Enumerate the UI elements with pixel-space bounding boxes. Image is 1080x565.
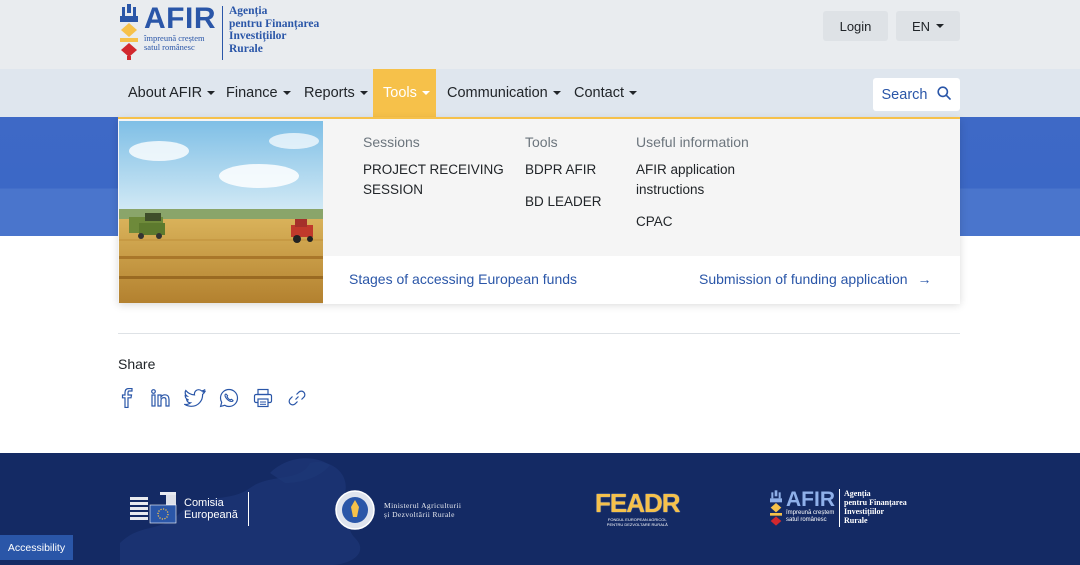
chevron-down-icon (282, 91, 291, 95)
sessions-column: Sessions PROJECT RECEIVING SESSION (363, 134, 504, 212)
nav-label: Reports (304, 85, 355, 101)
nav-tools[interactable]: Tools (373, 69, 436, 117)
logo-divider (222, 6, 223, 60)
tools-dropdown-menu: Sessions PROJECT RECEIVING SESSION Tools… (118, 117, 960, 304)
site-footer: Comisia Europeană Ministerul Agriculturi… (0, 453, 1080, 565)
link-text: SESSION (363, 182, 424, 197)
search-button[interactable]: Search (873, 78, 960, 111)
link-text: Submission of funding application (699, 271, 908, 287)
useful-information-heading: Useful information (636, 134, 749, 150)
eu-flag-icon (130, 492, 177, 524)
login-label: Login (839, 18, 872, 34)
search-icon (937, 85, 952, 104)
agency-line: Investițiilor (229, 30, 287, 42)
footer-afir-agency: Agenția pentru Finanțarea Investițiilor … (844, 489, 907, 525)
nav-finance[interactable]: Finance (216, 69, 301, 117)
twitter-icon[interactable] (184, 386, 206, 410)
footer-afir-logo[interactable]: AFIR împreună creștem satul românesc Age… (770, 489, 907, 529)
harvest-field-image (119, 121, 323, 303)
logo-agency-name: Agenția pentru Finanțarea Investițiilor … (229, 5, 319, 55)
ministry-line: și Dezvoltării Rurale (384, 510, 455, 519)
logo-afir-text: AFIR împreună creștem satul românesc (144, 4, 216, 52)
language-dropdown[interactable]: EN (896, 11, 960, 41)
footer-afir-brand: AFIR (786, 488, 835, 511)
accessibility-button[interactable]: Accessibility (0, 535, 73, 560)
useful-information-column: Useful information AFIR application inst… (636, 134, 749, 244)
nav-communication[interactable]: Communication (437, 69, 571, 117)
search-label: Search (881, 86, 928, 103)
top-header: AFIR împreună creștem satul românesc Age… (0, 0, 1080, 69)
mega-menu-footer: Stages of accessing European funds Submi… (323, 256, 960, 304)
share-heading: Share (118, 356, 156, 372)
chevron-down-icon (552, 91, 561, 95)
chevron-down-icon (628, 91, 637, 95)
chevron-down-icon (359, 91, 368, 95)
romanian-motif-icon (770, 490, 782, 526)
agency-line: pentru Finanțarea (229, 17, 320, 30)
language-label: EN (911, 18, 931, 34)
chevron-down-icon (207, 91, 216, 95)
nav-contact[interactable]: Contact (564, 69, 647, 117)
feadr-brand: FEADR (595, 488, 681, 518)
nav-label: Contact (574, 85, 624, 101)
cpac-link[interactable]: CPAC (636, 212, 749, 232)
arrow-right-icon: → (917, 271, 932, 287)
footer-afir-text: AFIR împreună creștem satul românesc (786, 489, 835, 524)
nav-label: Tools (383, 85, 417, 101)
print-icon[interactable] (252, 386, 274, 410)
agency-line: Investițiilor (844, 507, 884, 516)
link-icon[interactable] (286, 386, 308, 410)
logo-brand: AFIR (144, 2, 216, 35)
tools-column: Tools BDPR AFIR BD LEADER (525, 134, 602, 224)
nav-label: Communication (447, 85, 548, 101)
agency-line: Agenția (844, 489, 871, 498)
nav-reports[interactable]: Reports (294, 69, 378, 117)
main-navbar: About AFIR Finance Reports Tools Communi… (0, 69, 1080, 117)
logo-tagline: satul românesc (144, 42, 195, 52)
agency-line: pentru Finanțarea (844, 498, 907, 507)
submission-funding-application-link[interactable]: Submission of funding application → (699, 271, 931, 287)
romanian-motif-icon (120, 4, 138, 60)
commission-text: Comisia Europeană (184, 497, 238, 521)
bd-leader-link[interactable]: BD LEADER (525, 192, 602, 212)
agency-line: Rurale (844, 516, 868, 525)
login-button[interactable]: Login (823, 11, 888, 41)
commission-divider (247, 492, 249, 526)
facebook-icon[interactable] (116, 386, 138, 410)
linkedin-icon[interactable] (150, 386, 172, 410)
ministry-text: Ministerul Agriculturii și Dezvoltării R… (384, 501, 461, 519)
afir-application-instructions-link[interactable]: AFIR application instructions (636, 160, 749, 200)
link-text: AFIR application (636, 162, 736, 177)
nav-label: Finance (226, 85, 278, 101)
content-divider (118, 333, 960, 334)
nav-label: About AFIR (128, 85, 203, 101)
agency-line: Agenția (229, 5, 268, 17)
share-icons (116, 386, 308, 410)
feadr-sub: PENTRU DEZVOLTARE RURALĂ (606, 522, 668, 527)
afir-logo[interactable]: AFIR împreună creștem satul românesc Age… (120, 4, 319, 60)
link-text: instructions (636, 182, 705, 197)
ministry-line: Ministerul Agriculturii (384, 501, 462, 510)
ministry-agriculture-logo[interactable]: Ministerul Agriculturii și Dezvoltării R… (334, 489, 461, 531)
tools-heading: Tools (525, 134, 558, 150)
sessions-heading: Sessions (363, 134, 420, 150)
footer-afir-divider (839, 489, 840, 527)
bdpr-afir-link[interactable]: BDPR AFIR (525, 160, 602, 180)
chevron-down-icon (421, 91, 430, 95)
footer-afir-tagline: împreună creștem (786, 510, 835, 516)
chevron-down-icon (936, 24, 945, 28)
nav-about-afir[interactable]: About AFIR (118, 69, 225, 117)
commission-line: Europeană (184, 509, 238, 521)
agency-line: Rurale (229, 42, 263, 55)
european-commission-logo[interactable]: Comisia Europeană (128, 489, 249, 529)
ministry-seal-icon (335, 490, 375, 530)
project-receiving-session-link[interactable]: PROJECT RECEIVING SESSION (363, 160, 504, 200)
feadr-logo[interactable]: FEADR FONDUL EUROPEAN AGRICOL PENTRU DEZ… (595, 488, 681, 527)
link-text: PROJECT RECEIVING (363, 162, 504, 177)
whatsapp-icon[interactable] (218, 386, 240, 410)
commission-line: Comisia (184, 497, 224, 509)
footer-afir-tagline: satul românesc (786, 517, 827, 523)
stages-european-funds-link[interactable]: Stages of accessing European funds (349, 271, 577, 287)
